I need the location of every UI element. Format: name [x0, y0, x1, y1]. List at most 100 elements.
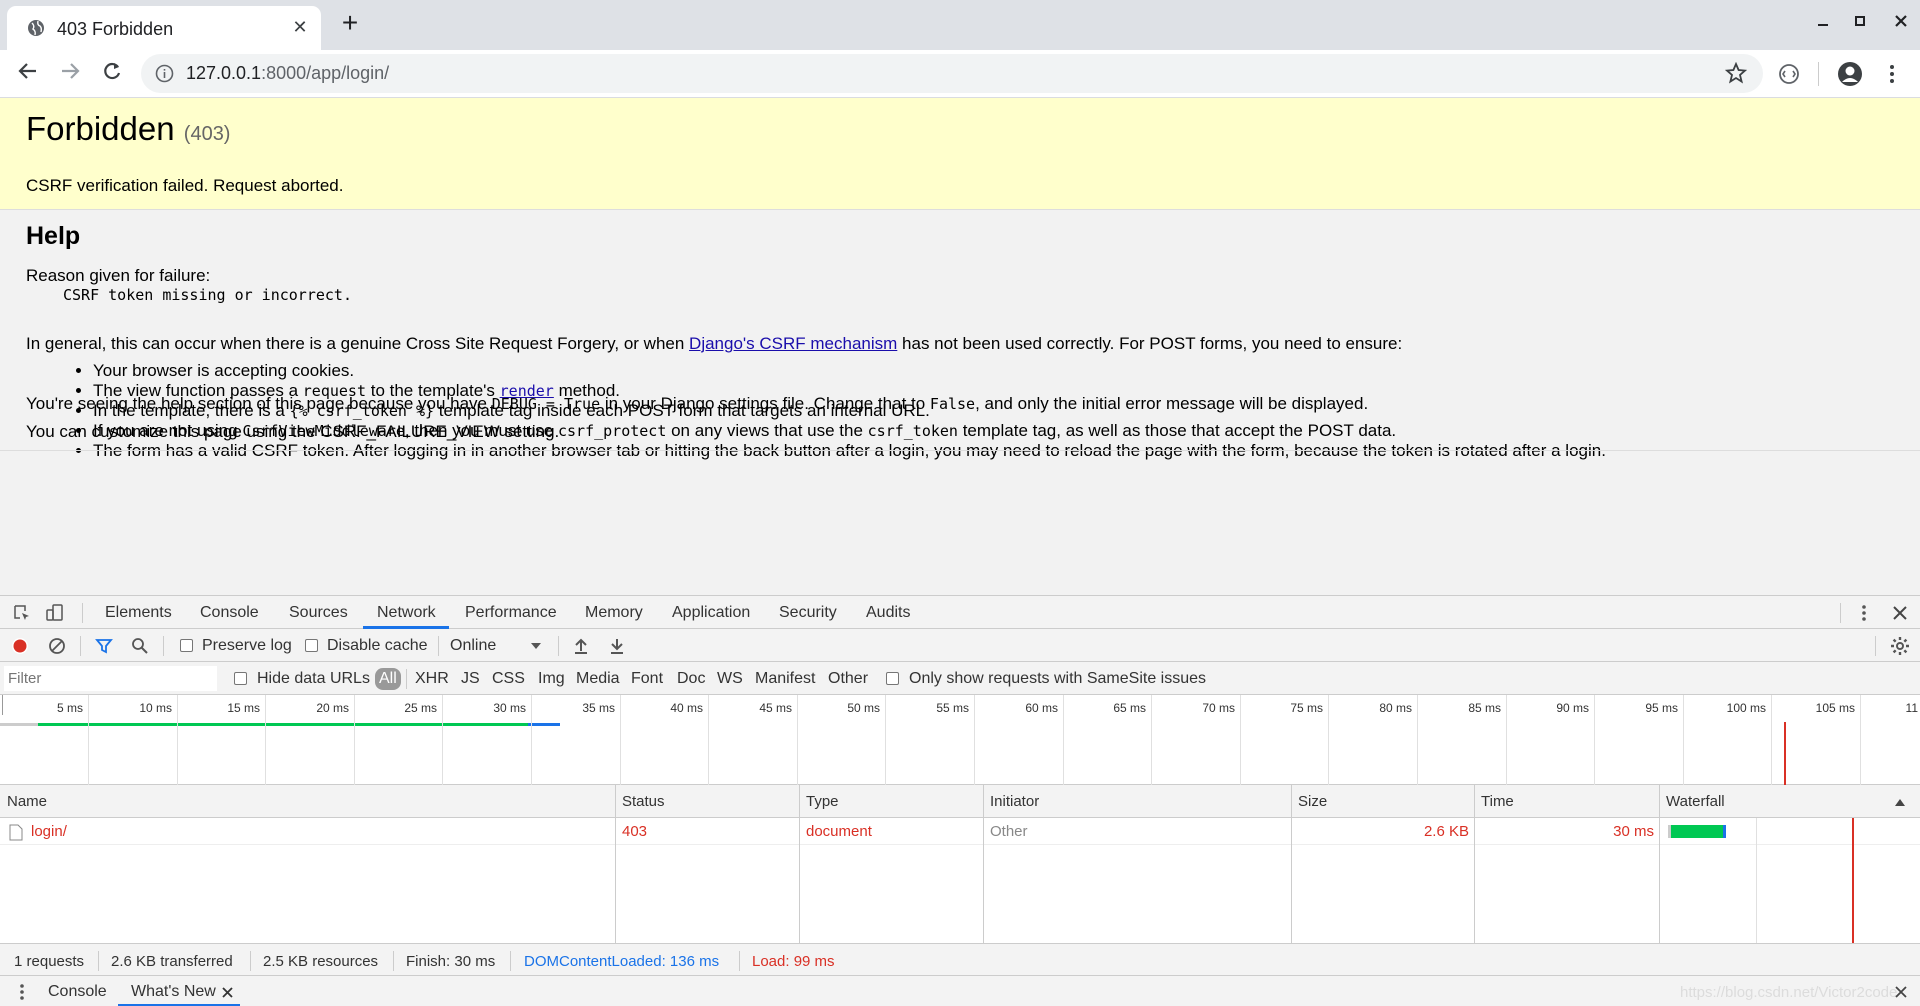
overview-download-bar: [528, 723, 560, 726]
preserve-log-checkbox[interactable]: [180, 639, 193, 652]
filter-type-doc[interactable]: Doc: [677, 670, 705, 688]
timeline-tick-label: 95 ms: [1645, 701, 1678, 715]
tab-console[interactable]: Console: [200, 604, 259, 622]
timeline-gridline: [442, 695, 443, 785]
column-divider[interactable]: [615, 785, 616, 943]
waterfall-ttfb-bar[interactable]: [1671, 825, 1723, 838]
timeline-tick-label: 70 ms: [1202, 701, 1235, 715]
maximize-icon[interactable]: [1845, 12, 1875, 36]
column-divider[interactable]: [1291, 785, 1292, 943]
filter-type-js[interactable]: JS: [461, 670, 480, 688]
summary-divider: [98, 951, 99, 971]
column-divider[interactable]: [799, 785, 800, 943]
samesite-checkbox[interactable]: [886, 672, 899, 685]
address-bar[interactable]: 127.0.0.1:8000/app/login/: [141, 54, 1763, 93]
csrf-docs-link[interactable]: Django's CSRF mechanism: [689, 334, 897, 353]
clear-icon[interactable]: [48, 637, 66, 655]
close-tab-icon[interactable]: [222, 987, 233, 998]
tab-audits[interactable]: Audits: [866, 604, 910, 622]
col-name[interactable]: Name: [7, 793, 47, 810]
filter-icon[interactable]: [95, 637, 113, 655]
tab-network[interactable]: Network: [377, 604, 436, 622]
throttle-select[interactable]: Online: [450, 637, 496, 655]
timeline-gridline: [974, 695, 975, 785]
col-initiator[interactable]: Initiator: [990, 793, 1039, 810]
help-heading: Help: [26, 222, 81, 250]
table-empty-area: [0, 845, 1920, 943]
forward-icon[interactable]: [56, 60, 84, 88]
device-toolbar-icon[interactable]: [45, 603, 65, 623]
tab-performance[interactable]: Performance: [465, 604, 557, 622]
bookmark-star-icon[interactable]: [1725, 62, 1747, 84]
import-har-icon[interactable]: [573, 637, 589, 655]
filter-type-css[interactable]: CSS: [492, 670, 525, 688]
filter-type-all[interactable]: All: [375, 668, 401, 690]
timeline-gridline: [1063, 695, 1064, 785]
url-text[interactable]: 127.0.0.1:8000/app/login/: [186, 63, 389, 84]
toolbar-divider: [80, 636, 81, 656]
inspect-element-icon[interactable]: [12, 603, 32, 623]
filter-type-other[interactable]: Other: [828, 670, 868, 688]
timeline-gridline: [1328, 695, 1329, 785]
devtools-menu-icon[interactable]: [1854, 603, 1874, 623]
col-time[interactable]: Time: [1481, 793, 1514, 810]
timeline-tick-label: 5 ms: [56, 701, 83, 715]
window-close-icon[interactable]: [1886, 12, 1916, 36]
timeline-tick-label: 75 ms: [1290, 701, 1323, 715]
row-size: 2.6 KB: [1423, 823, 1469, 840]
tab-elements[interactable]: Elements: [105, 604, 172, 622]
drawer-close-icon[interactable]: [1894, 985, 1908, 999]
timeline-overview[interactable]: 5 ms 10 ms 15 ms 20 ms 25 ms 30 ms 35 ms 40 ms 4…: [0, 695, 1920, 785]
page-title: Forbidden (403): [26, 110, 231, 147]
network-table-header: Name Status Type Initiator Size Time Wat…: [0, 785, 1920, 818]
filter-input[interactable]: [4, 666, 217, 691]
search-icon[interactable]: [131, 637, 149, 655]
column-divider[interactable]: [1474, 785, 1475, 943]
disable-cache-checkbox[interactable]: [305, 639, 318, 652]
minimize-icon[interactable]: [1808, 12, 1838, 36]
toolbar-divider: [438, 636, 439, 656]
filter-type-font[interactable]: Font: [631, 670, 663, 688]
sort-up-icon[interactable]: [1894, 798, 1906, 807]
info-icon[interactable]: [155, 64, 174, 83]
col-status[interactable]: Status: [622, 793, 665, 810]
extension-icon[interactable]: [1777, 62, 1801, 86]
timeline-gridline: [354, 695, 355, 785]
record-icon[interactable]: [11, 637, 29, 655]
drawer-tab-whats-new[interactable]: What's New: [131, 983, 216, 1001]
drawer-menu-icon[interactable]: [14, 983, 30, 1001]
gear-icon[interactable]: [1890, 636, 1910, 656]
profile-avatar-icon[interactable]: [1836, 60, 1864, 88]
col-size[interactable]: Size: [1298, 793, 1327, 810]
row-time: 30 ms: [1613, 823, 1654, 840]
filter-type-manifest[interactable]: Manifest: [755, 670, 815, 688]
export-har-icon[interactable]: [609, 637, 625, 655]
tab-security[interactable]: Security: [779, 604, 837, 622]
tab-sources[interactable]: Sources: [289, 604, 348, 622]
summary-domcontentloaded: DOMContentLoaded: 136 ms: [524, 953, 720, 970]
drawer-tab-console[interactable]: Console: [48, 983, 107, 1001]
close-icon[interactable]: ✕: [289, 16, 311, 38]
chevron-down-icon[interactable]: [530, 642, 542, 650]
table-row[interactable]: login/ 403 document Other 2.6 KB 30 ms: [0, 818, 1920, 845]
column-divider[interactable]: [983, 785, 984, 943]
browser-tab[interactable]: 403 Forbidden ✕: [7, 6, 321, 50]
filter-type-ws[interactable]: WS: [717, 670, 743, 688]
new-tab-icon[interactable]: +: [336, 9, 364, 38]
timeline-tick-label: 100 ms: [1726, 701, 1766, 715]
col-waterfall[interactable]: Waterfall: [1666, 793, 1725, 810]
back-icon[interactable]: [14, 60, 42, 88]
filter-type-media[interactable]: Media: [576, 670, 620, 688]
filter-type-img[interactable]: Img: [538, 670, 565, 688]
filter-type-xhr[interactable]: XHR: [415, 670, 449, 688]
more-vertical-icon[interactable]: [1880, 62, 1904, 86]
devtools-close-icon[interactable]: [1890, 603, 1910, 623]
col-type[interactable]: Type: [806, 793, 839, 810]
column-divider[interactable]: [1659, 785, 1660, 943]
row-name[interactable]: login/: [31, 823, 67, 840]
tab-memory[interactable]: Memory: [585, 604, 643, 622]
reload-icon[interactable]: [98, 60, 126, 88]
tabbar-divider: [1840, 603, 1841, 623]
hide-data-urls-checkbox[interactable]: [234, 672, 247, 685]
tab-application[interactable]: Application: [672, 604, 750, 622]
